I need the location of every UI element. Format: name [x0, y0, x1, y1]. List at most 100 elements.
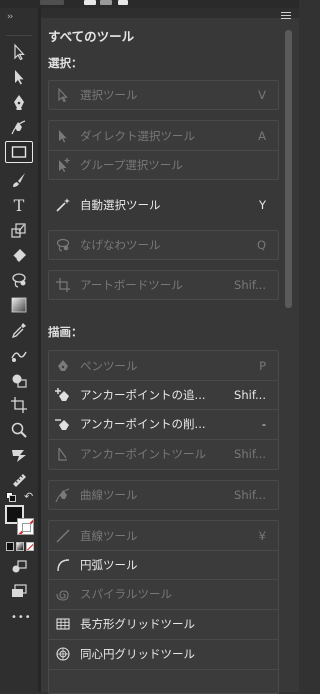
tool-row-line-segment[interactable]: 直線ツール ¥ [49, 523, 278, 549]
screen-mode-button[interactable] [5, 580, 33, 602]
selection-arrow-icon [58, 87, 68, 103]
direct-selection-tool-button[interactable] [5, 66, 33, 88]
shortcut-key: Shif... [234, 388, 266, 402]
line-segment-icon [56, 529, 70, 543]
shortcut-key: P [259, 359, 266, 373]
tool-group-direct-selection: ダイレクト選択ツール A グループ選択ツール [48, 120, 279, 180]
artboard-icon [56, 278, 70, 292]
panel-menu-icon[interactable] [281, 12, 291, 21]
group-selection-icon [59, 158, 70, 172]
default-colors-button[interactable] [6, 492, 16, 502]
tool-group-magic-wand: 自動選択ツール Y [48, 190, 279, 220]
group-divider [49, 439, 278, 440]
pen-tool-button[interactable] [5, 91, 33, 113]
curvature-icon [55, 488, 70, 503]
eraser-tool-button[interactable] [5, 244, 33, 266]
shape-builder-icon [12, 374, 27, 388]
panel-scrollbar[interactable] [285, 30, 292, 308]
shortcut-key: Shif... [234, 447, 266, 461]
puppet-warp-icon [12, 450, 26, 462]
shortcut-key: A [258, 129, 266, 143]
artboard-tool-button[interactable] [5, 394, 33, 416]
tools-toolbar: ›› T ↶ ••• [0, 8, 39, 692]
blend-tool-button[interactable] [5, 344, 33, 366]
group-divider [49, 409, 278, 410]
tool-row-artboard[interactable]: アートボードツール Shif... [49, 272, 278, 298]
rectangle-icon [11, 146, 27, 158]
tool-label: 直線ツール [80, 529, 138, 543]
section-heading-select: 選択： [48, 56, 83, 70]
top-tab[interactable] [40, 0, 64, 5]
tool-row-rectangular-grid[interactable]: 長方形グリッドツール [49, 611, 278, 637]
tool-row-spiral[interactable]: スパイラルツール [49, 581, 278, 607]
gradient-mode-button[interactable] [16, 542, 24, 551]
section-heading-draw: 描画： [48, 325, 83, 339]
arc-icon [57, 559, 70, 572]
rectangle-tool-button[interactable] [5, 141, 33, 163]
tool-label: 円弧ツール [80, 558, 138, 572]
selection-tool-button[interactable] [5, 41, 33, 63]
group-divider [49, 609, 278, 610]
lasso-tool-button[interactable] [5, 269, 33, 291]
none-mode-button[interactable] [26, 542, 34, 551]
tool-row-delete-anchor[interactable]: アンカーポイントの削... - [49, 411, 278, 437]
stroke-color-swatch[interactable] [17, 518, 34, 535]
tool-label: スパイラルツール [80, 587, 172, 601]
tool-row-direct-selection[interactable]: ダイレクト選択ツール A [49, 123, 278, 149]
top-swatch-white-2[interactable] [118, 0, 128, 5]
tool-row-curvature[interactable]: 曲線ツール Shif... [49, 482, 278, 508]
selection-arrow-icon [14, 43, 25, 61]
tool-label: 長方形グリッドツール [80, 617, 195, 631]
group-divider [49, 579, 278, 580]
shortcut-key: Q [256, 238, 266, 252]
swap-colors-icon[interactable]: ↶ [24, 490, 33, 503]
curvature-tool-button[interactable] [5, 116, 33, 138]
panel-title: すべてのツール [48, 29, 135, 44]
artboard-icon [11, 397, 27, 413]
direct-selection-arrow-icon [15, 70, 24, 85]
tool-row-polar-grid[interactable]: 同心円グリッドツール [49, 641, 278, 667]
paintbrush-tool-button[interactable] [5, 169, 33, 191]
top-swatch-gray[interactable] [100, 0, 112, 5]
color-mode-button[interactable] [6, 542, 14, 551]
group-divider [49, 380, 278, 381]
paintbrush-icon [13, 173, 25, 187]
scale-tool-button[interactable] [5, 219, 33, 241]
tool-row-group-selection[interactable]: グループ選択ツール [49, 152, 278, 178]
scale-icon [11, 223, 26, 238]
panel-header-bar [41, 8, 299, 18]
pen-icon [14, 95, 24, 110]
shortcut-key: ¥ [258, 529, 266, 543]
tool-row-add-anchor[interactable]: アンカーポイントの追... Shif... [49, 382, 278, 408]
tool-row-arc[interactable]: 円弧ツール [49, 552, 278, 578]
tool-group-selection: 選択ツール V [48, 80, 279, 110]
tool-label: アンカーポイントの削... [80, 417, 206, 431]
eyedropper-icon [11, 323, 26, 339]
measure-tool-button[interactable] [5, 469, 33, 491]
tool-row-lasso[interactable]: なげなわツール Q [49, 232, 278, 258]
tool-row-pen[interactable]: ペンツール P [49, 353, 278, 379]
tool-label: グループ選択ツール [80, 158, 183, 172]
lasso-icon [12, 273, 26, 288]
tool-row-magic-wand[interactable]: 自動選択ツール Y [49, 192, 278, 218]
rectangular-grid-icon [56, 618, 70, 630]
gradient-tool-button[interactable] [5, 294, 33, 316]
tool-row-anchor-point[interactable]: アンカーポイントツール Shif... [49, 441, 278, 467]
magic-wand-icon [56, 198, 70, 212]
collapse-toolbar-button[interactable]: ›› [7, 12, 13, 22]
shape-builder-tool-button[interactable] [5, 369, 33, 391]
more-tools-button[interactable]: ••• [11, 612, 32, 623]
pen-icon [58, 360, 68, 371]
puppet-warp-tool-button[interactable] [5, 444, 33, 466]
type-tool-button[interactable]: T [5, 194, 33, 216]
eyedropper-tool-button[interactable] [5, 319, 33, 341]
draw-mode-button[interactable] [5, 555, 33, 577]
tool-row-selection[interactable]: 選択ツール V [49, 82, 278, 108]
top-swatch-white[interactable] [84, 0, 96, 5]
group-divider [49, 150, 278, 151]
zoom-tool-button[interactable] [5, 419, 33, 441]
shortcut-key: V [258, 88, 266, 102]
tool-label: 同心円グリッドツール [80, 647, 195, 661]
svg-text:T: T [14, 196, 25, 214]
lasso-icon [56, 238, 70, 252]
